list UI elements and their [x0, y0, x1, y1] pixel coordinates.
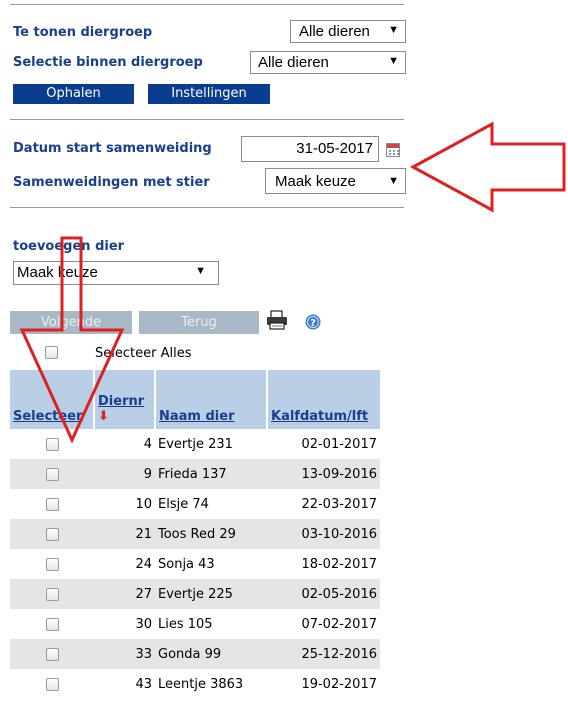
- arrow-left-annotation: [409, 121, 566, 213]
- annotation-arrows: [19, 121, 566, 444]
- arrow-down-annotation: [19, 236, 125, 444]
